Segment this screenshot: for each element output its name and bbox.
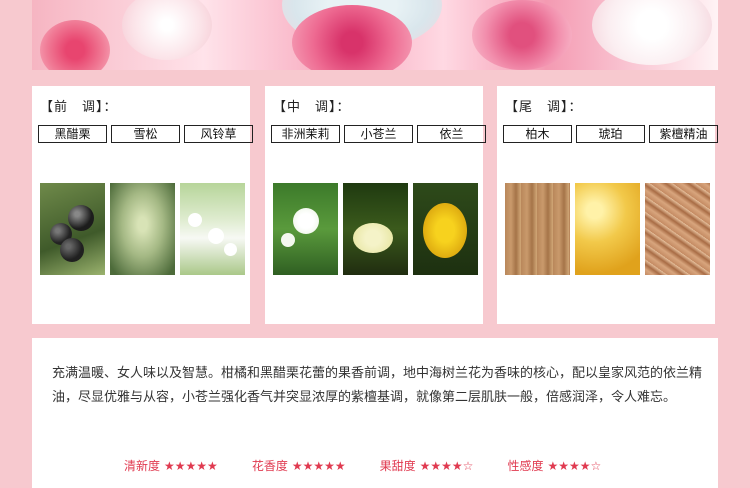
base-notes-panel: 【尾 调】： 柏木 琥珀 紫檀精油 xyxy=(497,86,718,324)
note-tag: 柏木 xyxy=(503,125,572,143)
rating-stars: ★★★★★ xyxy=(291,459,346,473)
rating-stars: ★★★★☆ xyxy=(547,459,602,473)
rose-banner-image xyxy=(32,0,718,70)
note-tag: 雪松 xyxy=(111,125,180,143)
rating-stars: ★★★★★ xyxy=(164,459,218,473)
middle-notes-title: 【中 调】： xyxy=(273,100,351,115)
rating-label: 清新度 xyxy=(124,459,161,473)
sandalwood-photo xyxy=(645,183,710,275)
note-tag: 依兰 xyxy=(417,125,486,143)
rating-floral: 花香度 ★★★★★ xyxy=(252,457,350,474)
top-notes-title: 【前 调】： xyxy=(40,100,118,115)
description-text: 充满温暖、女人味以及智慧。柑橘和黑醋栗花蕾的果香前调，地中海树兰花为香味的核心，… xyxy=(52,366,703,405)
rating-label: 性感度 xyxy=(507,459,544,473)
ratings-row: 清新度 ★★★★★ 花香度 ★★★★★ 果甜度 ★★★★☆ 性感度 ★★★★☆ xyxy=(124,457,605,474)
ylang-ylang-photo xyxy=(413,183,478,275)
note-tag: 小苍兰 xyxy=(344,125,413,143)
base-notes-title: 【尾 调】： xyxy=(505,100,583,115)
note-tag: 紫檀精油 xyxy=(649,125,718,143)
blackcurrant-photo xyxy=(40,183,105,275)
freesia-photo xyxy=(343,183,408,275)
top-notes-panel: 【前 调】： 黑醋栗 雪松 风铃草 xyxy=(32,86,253,324)
cypress-wood-photo xyxy=(505,183,570,275)
note-tag: 风铃草 xyxy=(184,125,253,143)
rating-stars: ★★★★☆ xyxy=(419,459,474,473)
african-jasmine-photo xyxy=(273,183,338,275)
description-panel: 充满温暖、女人味以及智慧。柑橘和黑醋栗花蕾的果香前调，地中海树兰花为香味的核心，… xyxy=(32,338,718,488)
rating-fruity-sweet: 果甜度 ★★★★☆ xyxy=(380,457,478,474)
amber-photo xyxy=(575,183,640,275)
note-tag: 黑醋栗 xyxy=(38,125,107,143)
rating-freshness: 清新度 ★★★★★ xyxy=(124,457,222,474)
bluebell-photo xyxy=(180,183,245,275)
cedar-cone-photo xyxy=(110,183,175,275)
rating-label: 果甜度 xyxy=(379,459,416,473)
rating-label: 花香度 xyxy=(251,459,288,473)
rating-sensual: 性感度 ★★★★☆ xyxy=(507,457,605,474)
note-tag: 琥珀 xyxy=(576,125,645,143)
note-tag: 非洲茉莉 xyxy=(271,125,340,143)
middle-notes-panel: 【中 调】： 非洲茉莉 小苍兰 依兰 xyxy=(265,86,486,324)
